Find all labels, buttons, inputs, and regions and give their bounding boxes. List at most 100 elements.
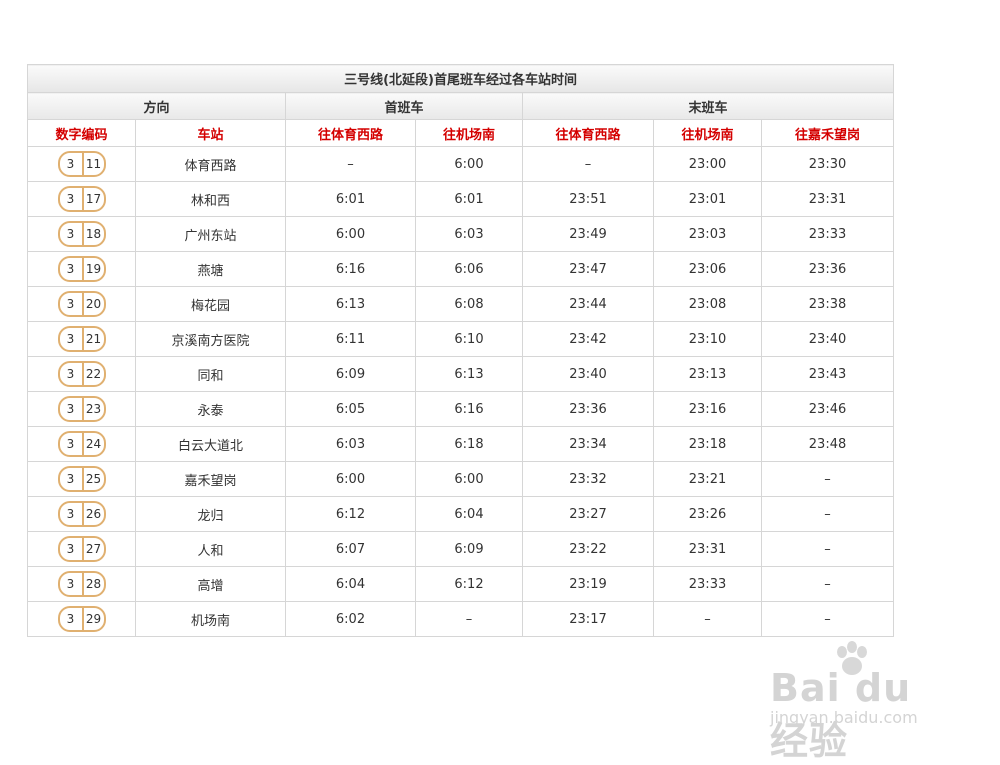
first-to-jichangnan-time: 6:16	[415, 391, 523, 427]
last-to-jiahewanggang-time: 23:30	[760, 146, 895, 182]
last-to-jiahewanggang-time: 23:46	[760, 391, 895, 427]
last-to-tiyuxilu-time: 23:42	[522, 321, 654, 357]
last-to-tiyuxilu-time: 23:47	[522, 251, 654, 287]
last-to-jiahewanggang-time: –	[760, 496, 895, 532]
code-column-header: 数字编码	[27, 119, 136, 147]
last-train-header: 末班车	[521, 92, 895, 120]
first-to-jichangnan-time: 6:00	[415, 146, 523, 182]
timetable-body: 3 11 体育西路 –6:00–23:00 23:30 3 17 林和西 6:01 6:01 23:…	[27, 146, 895, 637]
last-to-tiyuxilu-time: 23:44	[522, 286, 654, 322]
last-to-tiyuxilu-time: 23:40	[522, 356, 654, 392]
line-number: 3	[66, 367, 75, 381]
first-to-jichangnan-time: 6:09	[415, 531, 523, 567]
first-to-jichangnan-time: 6:10	[415, 321, 523, 357]
first-train-header: 首班车	[285, 92, 523, 120]
line-number: 3	[66, 437, 75, 451]
last-to-jichangnan-time: 23:03	[653, 216, 762, 252]
first-to-tiyuxilu-time: 6:04	[285, 566, 416, 602]
station-name-cell: 人和	[135, 531, 286, 567]
line-number: 3	[66, 472, 75, 486]
first-to-tiyuxilu-time: 6:00	[285, 216, 416, 252]
first-to-tiyuxilu-time: 6:13	[285, 286, 416, 322]
station-code-badge: 3 21	[57, 326, 106, 352]
line-number: 3	[66, 577, 75, 591]
last-to-tiyuxilu-time: 23:17	[522, 601, 654, 637]
station-number: 24	[81, 433, 104, 455]
station-code-cell: 3 18	[27, 216, 136, 252]
last-to-jiahewanggang-time: 23:48	[760, 426, 895, 462]
station-name-cell: 燕塘	[135, 251, 286, 287]
table-row: 3 26 龙归 6:12 6:04 23:27 23:26–	[27, 496, 895, 532]
first-to-jichangnan-time: 6:06	[415, 251, 523, 287]
first-to-jichangnan-time: 6:13	[415, 356, 523, 392]
station-code-badge: 3 11	[57, 151, 106, 177]
table-row: 3 22 同和 6:09 6:13 23:40 23:13 23:43	[27, 356, 895, 392]
last-to-jiahewanggang-header: 往嘉禾望岗	[760, 119, 895, 147]
last-to-tiyuxilu-time: 23:22	[522, 531, 654, 567]
last-to-jichangnan-time: 23:10	[653, 321, 762, 357]
station-code-badge: 3 27	[57, 536, 106, 562]
station-number: 20	[81, 293, 104, 315]
line-number: 3	[66, 612, 75, 626]
baidu-jingyan-watermark: Bai du 经验 jingyan.baidu.com	[770, 640, 960, 763]
station-code-badge: 3 25	[57, 466, 106, 492]
station-name-cell: 京溪南方医院	[135, 321, 286, 357]
last-to-jichangnan-time: 23:16	[653, 391, 762, 427]
last-to-tiyuxilu-time: 23:34	[522, 426, 654, 462]
line-number: 3	[66, 192, 75, 206]
line-number: 3	[66, 262, 75, 276]
station-code-cell: 3 29	[27, 601, 136, 637]
station-name-cell: 龙归	[135, 496, 286, 532]
station-name-cell: 永泰	[135, 391, 286, 427]
station-code-cell: 3 17	[27, 181, 136, 217]
first-to-tiyuxilu-time: 6:03	[285, 426, 416, 462]
station-number: 25	[81, 468, 104, 490]
table-title: 三号线(北延段)首尾班车经过各车站时间	[26, 64, 895, 93]
station-code-cell: 3 25	[27, 461, 136, 497]
station-number: 29	[81, 608, 104, 630]
first-to-tiyuxilu-time: 6:16	[285, 251, 416, 287]
last-to-jiahewanggang-time: 23:43	[760, 356, 895, 392]
station-code-badge: 3 28	[57, 571, 106, 597]
last-to-jiahewanggang-time: 23:38	[760, 286, 895, 322]
last-to-jiahewanggang-time: –	[760, 601, 895, 637]
table-row: 3 21 京溪南方医院 6:11 6:10 23:42 23:10 23:40	[27, 321, 895, 357]
line-number: 3	[66, 227, 75, 241]
first-to-jichangnan-header: 往机场南	[415, 119, 523, 147]
station-name-cell: 梅花园	[135, 286, 286, 322]
last-to-jiahewanggang-time: 23:40	[760, 321, 895, 357]
line-number: 3	[66, 332, 75, 346]
first-to-tiyuxilu-time: 6:09	[285, 356, 416, 392]
last-to-tiyuxilu-time: –	[522, 146, 654, 182]
last-to-jichangnan-time: 23:13	[653, 356, 762, 392]
first-to-jichangnan-time: 6:18	[415, 426, 523, 462]
first-to-jichangnan-time: 6:04	[415, 496, 523, 532]
station-name-cell: 高增	[135, 566, 286, 602]
station-number: 28	[81, 573, 104, 595]
table-row: 3 29 机场南 6:02–23:17– –	[27, 601, 895, 637]
last-to-jichangnan-header: 往机场南	[653, 119, 762, 147]
station-code-badge: 3 17	[57, 186, 106, 212]
station-number: 18	[81, 223, 104, 245]
last-to-jichangnan-time: –	[653, 601, 762, 637]
last-to-jichangnan-time: 23:31	[653, 531, 762, 567]
station-code-badge: 3 18	[57, 221, 106, 247]
line-number: 3	[66, 157, 75, 171]
last-to-jiahewanggang-time: 23:31	[760, 181, 895, 217]
direction-header: 方向	[27, 92, 286, 120]
station-name-cell: 机场南	[135, 601, 286, 637]
last-to-jichangnan-time: 23:01	[653, 181, 762, 217]
first-to-jichangnan-time: 6:01	[415, 181, 523, 217]
station-number: 27	[81, 538, 104, 560]
table-row: 3 27 人和 6:07 6:09 23:22 23:31–	[27, 531, 895, 567]
table-row: 3 28 高增 6:04 6:12 23:19 23:33–	[27, 566, 895, 602]
table-row: 3 25 嘉禾望岗 6:00 6:00 23:32 23:21–	[27, 461, 895, 497]
last-to-jichangnan-time: 23:08	[653, 286, 762, 322]
station-code-cell: 3 27	[27, 531, 136, 567]
station-number: 26	[81, 503, 104, 525]
first-to-jichangnan-time: –	[415, 601, 523, 637]
station-number: 21	[81, 328, 104, 350]
last-to-jichangnan-time: 23:26	[653, 496, 762, 532]
station-code-badge: 3 23	[57, 396, 106, 422]
first-to-tiyuxilu-time: 6:11	[285, 321, 416, 357]
